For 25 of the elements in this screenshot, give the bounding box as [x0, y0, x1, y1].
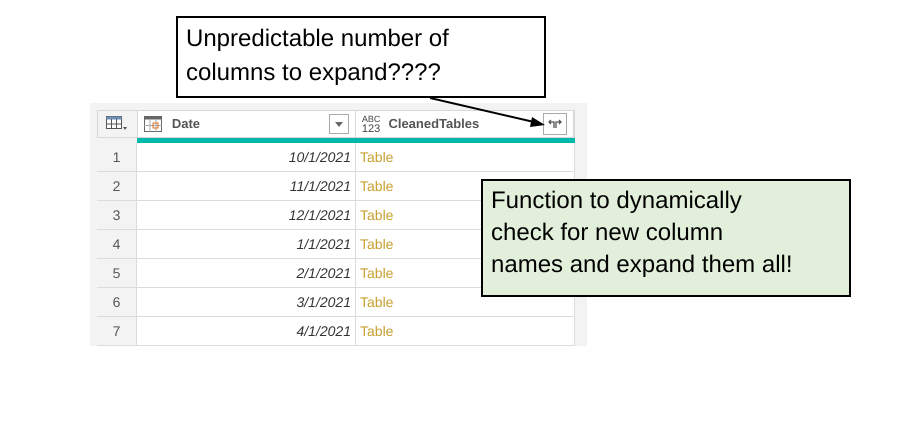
- column-header: Date: [172, 115, 200, 134]
- callout-note: Function to dynamically check for new column names and expand them all!: [481, 179, 851, 297]
- table-cell: 10/1/2021: [137, 143, 356, 171]
- table-link[interactable]: Table: [360, 262, 394, 284]
- callout-note: Unpredictable number of columns to expand????: [176, 16, 546, 98]
- table-link[interactable]: Table: [360, 176, 394, 196]
- filter-dropdown-button[interactable]: [328, 114, 349, 134]
- table-link[interactable]: Table: [360, 292, 394, 312]
- table-cell: 11/1/2021: [137, 172, 356, 200]
- table-cell: 2/1/2021: [137, 259, 356, 287]
- table-cell: 4/1/2021: [137, 317, 356, 345]
- table-link[interactable]: Table: [360, 146, 394, 168]
- table-link[interactable]: Table: [360, 234, 394, 254]
- column-header: CleanedTables: [388, 115, 480, 134]
- table-cell: 1/1/2021: [137, 230, 356, 258]
- table-menu-icon[interactable]: [106, 116, 128, 132]
- table-cell: 3/1/2021: [137, 288, 356, 316]
- table-link[interactable]: Table: [360, 204, 394, 226]
- table-link[interactable]: Table: [360, 320, 394, 342]
- type-label: ABC 123: [362, 114, 380, 134]
- table-cell: 12/1/2021: [137, 201, 356, 229]
- expand-column-button[interactable]: [543, 113, 568, 135]
- calendar-icon: [144, 116, 162, 132]
- expand-arrows-icon: [547, 119, 564, 129]
- caret-icon: [334, 122, 343, 126]
